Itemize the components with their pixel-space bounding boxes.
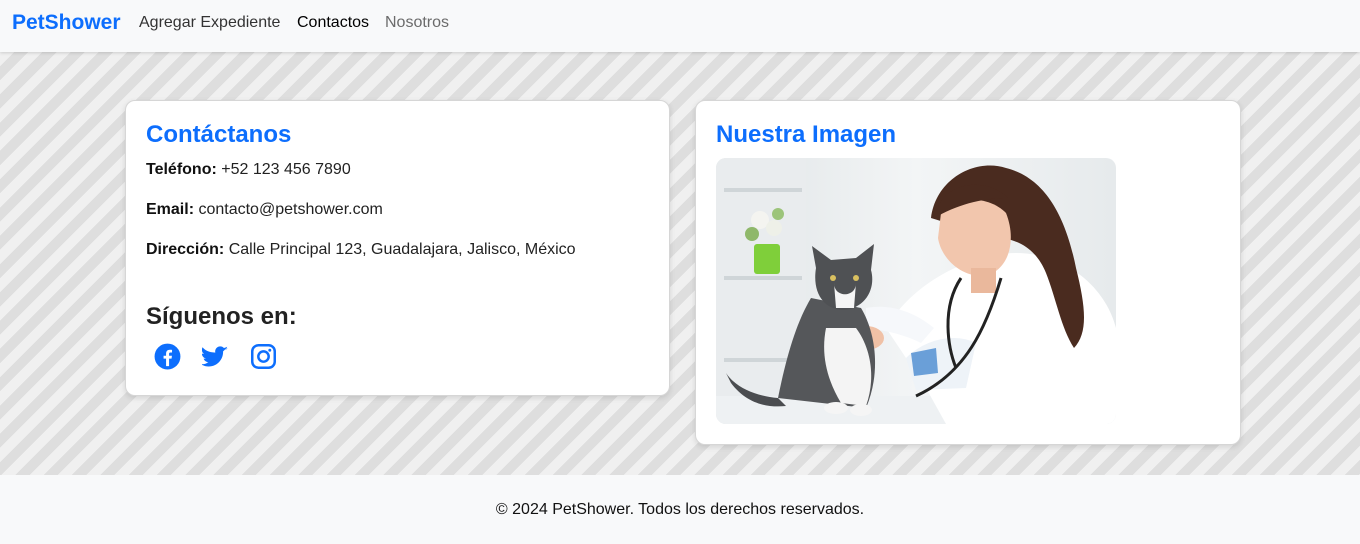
veterinarian-with-cat-photo bbox=[716, 158, 1116, 424]
email-row: Email: contacto@petshower.com bbox=[146, 201, 383, 219]
nav-link-nosotros[interactable]: Nosotros bbox=[385, 14, 449, 32]
phone-value: +52 123 456 7890 bbox=[221, 161, 351, 178]
navbar: PetShower Agregar Expediente Contactos N… bbox=[0, 0, 1360, 52]
address-label: Dirección: bbox=[146, 241, 225, 258]
phone-label: Teléfono: bbox=[146, 161, 217, 178]
address-row: Dirección: Calle Principal 123, Guadalaj… bbox=[146, 241, 576, 259]
facebook-icon[interactable] bbox=[154, 343, 181, 370]
brand-logo-link[interactable]: PetShower bbox=[12, 11, 121, 35]
footer-copyright: © 2024 PetShower. Todos los derechos res… bbox=[495, 500, 865, 518]
address-value: Calle Principal 123, Guadalajara, Jalisc… bbox=[228, 241, 576, 258]
contact-card: Contáctanos Teléfono: +52 123 456 7890 E… bbox=[125, 100, 670, 396]
email-value: contacto@petshower.com bbox=[198, 201, 383, 218]
image-card-title: Nuestra Imagen bbox=[716, 121, 897, 148]
email-label: Email: bbox=[146, 201, 195, 218]
nav-link-contactos[interactable]: Contactos bbox=[297, 14, 369, 32]
phone-row: Teléfono: +52 123 456 7890 bbox=[146, 161, 351, 179]
follow-title: Síguenos en: bbox=[146, 303, 297, 330]
main-content: Contáctanos Teléfono: +52 123 456 7890 E… bbox=[0, 52, 1360, 475]
footer: © 2024 PetShower. Todos los derechos res… bbox=[0, 475, 1360, 544]
instagram-icon[interactable] bbox=[250, 343, 277, 370]
image-card: Nuestra Imagen bbox=[695, 100, 1241, 445]
twitter-icon[interactable] bbox=[202, 343, 229, 370]
social-links bbox=[154, 343, 277, 370]
nav-link-agregar-expediente[interactable]: Agregar Expediente bbox=[139, 14, 280, 32]
contact-title: Contáctanos bbox=[146, 121, 292, 148]
